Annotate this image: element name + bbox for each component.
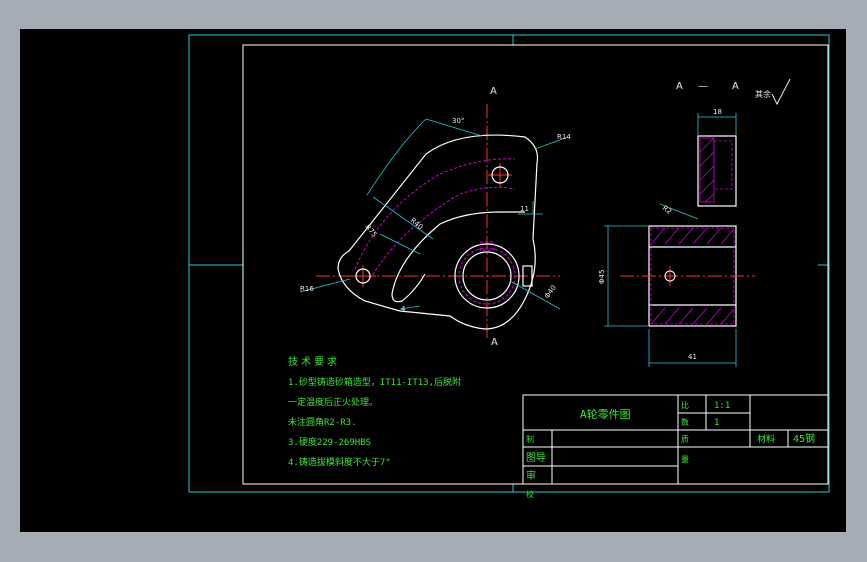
small-dimension: 4 xyxy=(401,305,406,313)
tech-line-4: 3.硬度229-269HBS xyxy=(288,436,371,448)
cad-drawing[interactable]: A A 30° R14 11 R16 R40 R75 Φ40 4 A — A 其… xyxy=(20,29,846,532)
guide-label: 图导 xyxy=(526,452,546,464)
part-name: A轮零件图 xyxy=(580,407,631,421)
tech-line-1: 1.砂型铸造砂箱造型，IT11-IT13,后脱附 xyxy=(288,376,461,388)
section-center xyxy=(620,266,755,286)
center-lines xyxy=(316,104,560,339)
cut-label-top: A xyxy=(490,86,497,97)
ratio-value: 1:1 xyxy=(714,401,730,411)
quantity-value: 1 xyxy=(714,418,719,428)
dimension-lines xyxy=(299,118,569,310)
section-height: Φ45 xyxy=(598,270,606,284)
material-value: 45钢 xyxy=(793,432,815,445)
radius-left-dimension: R16 xyxy=(300,285,314,293)
main-view: A A 30° R14 11 R16 R40 R75 Φ40 4 xyxy=(299,86,571,348)
arc-inner-dimension: R75 xyxy=(363,223,378,239)
review-label: 审 xyxy=(526,469,536,482)
roughness-note: 其余 xyxy=(755,89,771,99)
outer-frame xyxy=(188,34,830,493)
title-block[interactable]: A轮零件图 比 1:1 数 1 制 质 材料 45钢 图导 审 量 校 xyxy=(522,394,829,499)
weight-label: 量 xyxy=(681,455,689,464)
tech-line-3: 未注圆角R2-R3. xyxy=(288,416,357,428)
drawn-label: 制 xyxy=(526,434,534,444)
mass-label: 质 xyxy=(681,434,689,444)
hole-dimension: Φ40 xyxy=(543,284,558,300)
section-hatch xyxy=(650,137,735,325)
section-label-dash: — xyxy=(698,81,708,92)
tech-heading: 技术要求 xyxy=(288,355,340,368)
quantity-label: 数 xyxy=(681,417,689,427)
tech-line-2: 一定温度后正火处理。 xyxy=(288,396,378,408)
section-dimensions xyxy=(604,113,737,367)
roughness-check-icon xyxy=(771,78,791,106)
section-bottom-width: 41 xyxy=(688,353,697,361)
angle-dimension: 30° xyxy=(452,117,464,125)
technical-notes: 技术要求 1.砂型铸造砂箱造型，IT11-IT13,后脱附 一定温度后正火处理。… xyxy=(288,355,461,468)
hidden-lines xyxy=(354,158,516,305)
radius-top-dimension: R14 xyxy=(557,133,571,141)
drawing-viewport[interactable]: A A 30° R14 11 R16 R40 R75 Φ40 4 A — A 其… xyxy=(20,29,846,532)
material-label: 材料 xyxy=(757,433,775,445)
tech-line-5: 4.铸造拔模斜度不大于7° xyxy=(288,456,391,468)
check-label: 校 xyxy=(526,489,534,499)
section-label-left: A xyxy=(676,81,683,92)
section-view: A — A 其余 18 Φ45 41 R2 xyxy=(598,78,791,367)
section-top-width: 18 xyxy=(713,108,722,116)
arc-mid-dimension: R40 xyxy=(409,216,425,231)
ratio-label: 比 xyxy=(681,400,689,410)
section-chamfer: R2 xyxy=(661,204,673,216)
section-label-right: A xyxy=(732,81,739,92)
right-dimension: 11 xyxy=(520,205,529,213)
cut-label-bottom: A xyxy=(491,337,498,348)
